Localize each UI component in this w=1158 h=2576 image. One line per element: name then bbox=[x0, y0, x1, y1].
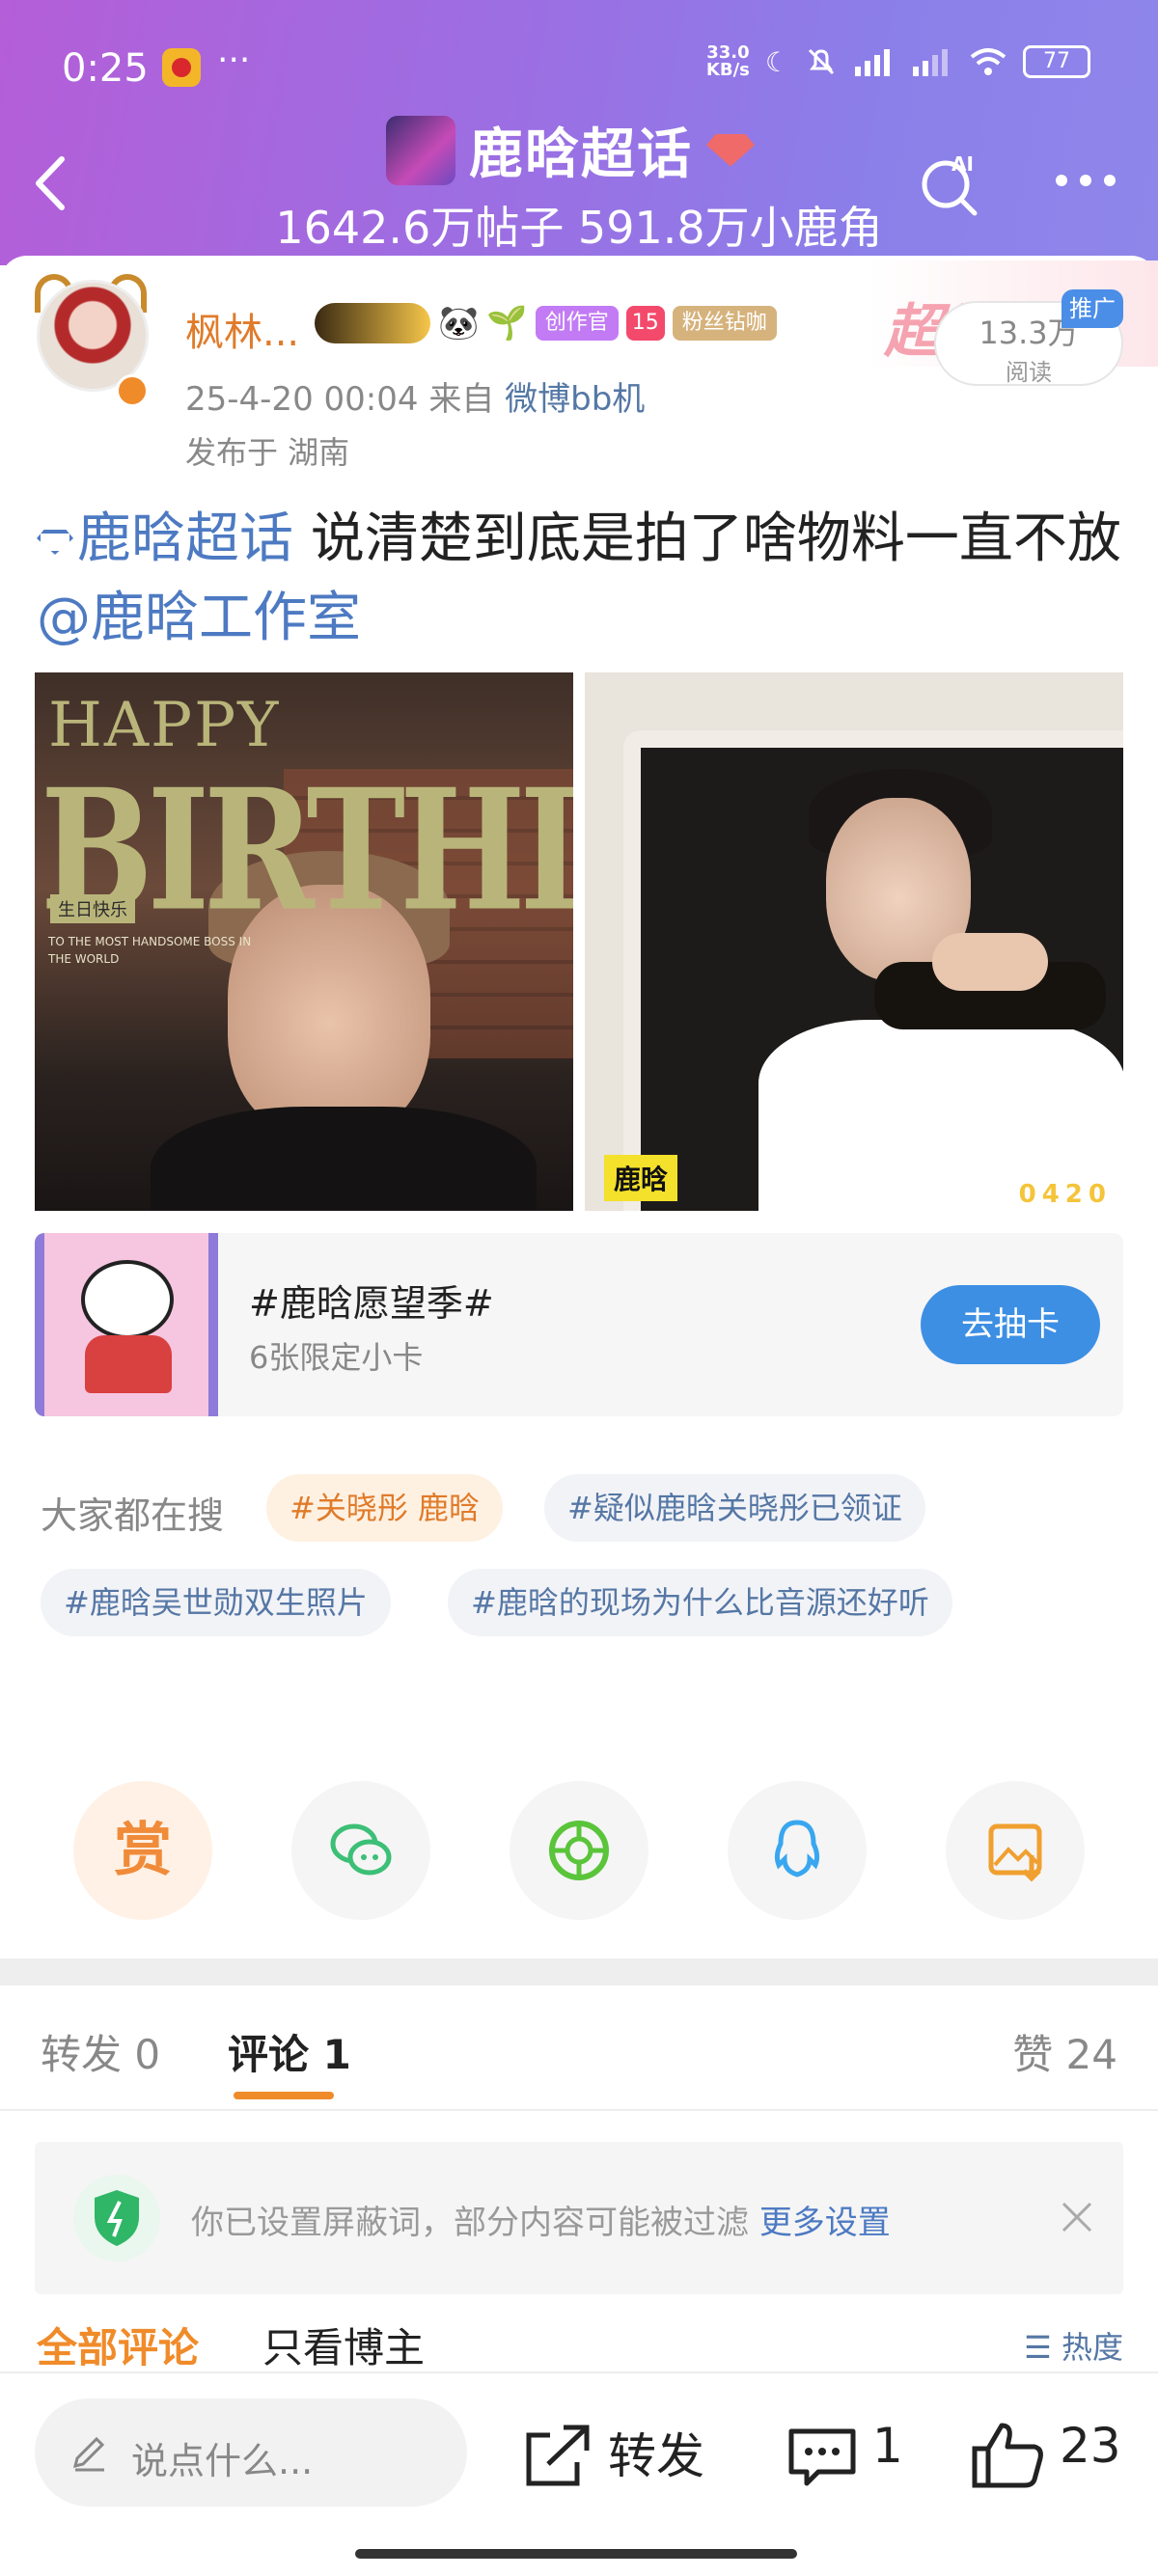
svg-text:AI: AI bbox=[951, 152, 974, 176]
topic-stats: 1642.6万帖子 591.8万小鹿角 bbox=[275, 202, 883, 254]
post-image-1[interactable]: HAPPY BIRTHDAY 生日快乐 TO THE MOST HANDSOME… bbox=[35, 672, 573, 1211]
vip-crown-badge-icon[interactable] bbox=[315, 303, 430, 343]
more-settings-link[interactable]: 更多设置 bbox=[759, 2204, 891, 2242]
level-gem-icon bbox=[706, 133, 755, 167]
username[interactable]: 枫林... bbox=[185, 301, 299, 357]
weibo-app-icon bbox=[162, 48, 201, 87]
post-body: 说清楚到底是拍了啥物料一直不放 bbox=[310, 507, 1121, 570]
mascot-head bbox=[81, 1260, 174, 1339]
post-location: 发布于 湖南 bbox=[185, 434, 350, 471]
comment-input[interactable]: 说点什么... bbox=[35, 2398, 467, 2507]
moon-icon: ☾ bbox=[764, 45, 789, 78]
home-indicator bbox=[355, 2549, 797, 2559]
post-source[interactable]: 微博bb机 bbox=[505, 380, 645, 419]
sprout-icon: 🌱 bbox=[486, 304, 528, 343]
image-hand bbox=[932, 933, 1048, 991]
all-comments-tab[interactable]: 全部评论 bbox=[37, 2316, 199, 2374]
mention-link[interactable]: @鹿晗工作室 bbox=[37, 587, 361, 649]
search-chip[interactable]: #疑似鹿晗关晓彤已领证 bbox=[544, 1474, 925, 1542]
verified-badge-icon bbox=[116, 374, 149, 407]
panda-icon: 🐼 bbox=[438, 304, 480, 343]
like-count: 23 bbox=[1060, 2418, 1121, 2474]
topic-title-group[interactable]: 鹿晗超话 bbox=[386, 111, 755, 189]
bottom-action-bar: 说点什么... 转发 1 23 bbox=[0, 2371, 1158, 2576]
image-stamp: 生日快乐 bbox=[50, 894, 135, 923]
repost-label: 转发 bbox=[608, 2428, 704, 2484]
wechat-share-button[interactable] bbox=[291, 1781, 430, 1920]
card-subtitle: 6张限定小卡 bbox=[249, 1339, 424, 1376]
clock: 0:25 bbox=[62, 46, 149, 91]
thumbs-up-icon bbox=[972, 2423, 1043, 2488]
image-name-label: 鹿晗 bbox=[604, 1155, 678, 1201]
topic-avatar bbox=[386, 115, 455, 185]
super-topic-header: 0:25 ··· 33.0 KB/s ☾ 77 鹿晗超话 1642.6万帖子 5… bbox=[0, 0, 1158, 265]
wifi-icon bbox=[970, 48, 1006, 75]
close-icon[interactable] bbox=[1058, 2198, 1096, 2236]
comment-bubble-icon bbox=[788, 2428, 856, 2486]
read-label: 阅读 bbox=[1006, 359, 1052, 386]
post-date: 25-4-20 00:04 bbox=[185, 380, 419, 419]
search-chip[interactable]: #鹿晗的现场为什么比音源还好听 bbox=[448, 1569, 952, 1636]
card-title: #鹿晗愿望季# bbox=[249, 1282, 494, 1325]
bell-off-icon bbox=[808, 48, 835, 75]
tab-likes[interactable]: 赞 24 bbox=[1012, 2022, 1117, 2081]
mascot-image bbox=[35, 1233, 218, 1416]
draw-card-button[interactable]: 去抽卡 bbox=[921, 1285, 1100, 1364]
post-image-2[interactable]: 鹿晗 0420 bbox=[585, 672, 1123, 1211]
notice-text: 你已设置屏蔽词，部分内容可能被过滤 更多设置 bbox=[191, 2204, 891, 2242]
user-badges: 🐼 🌱 创作官 15 粉丝钻咖 bbox=[315, 303, 777, 343]
search-chip[interactable]: #鹿晗吴世勋双生照片 bbox=[41, 1569, 391, 1636]
moments-share-button[interactable] bbox=[510, 1781, 648, 1920]
more-notifications-icon: ··· bbox=[217, 41, 251, 80]
pencil-icon bbox=[72, 2436, 105, 2472]
save-image-icon bbox=[988, 1823, 1042, 1882]
wechat-icon bbox=[330, 1823, 392, 1876]
signal-icon bbox=[855, 49, 890, 76]
share-row: 赏 bbox=[0, 1781, 1158, 1926]
image-date-number: 0420 bbox=[1018, 1180, 1112, 1209]
fan-level-badge: 15 bbox=[625, 306, 665, 341]
post-meta: 25-4-20 00:04 来自 微博bb机 bbox=[185, 372, 645, 420]
tab-repost[interactable]: 转发 0 bbox=[41, 2022, 160, 2081]
fan-title-badge: 粉丝钻咖 bbox=[672, 306, 777, 341]
moments-icon bbox=[549, 1821, 609, 1880]
nav-bar: 鹿晗超话 1642.6万帖子 591.8万小鹿角 AI bbox=[0, 101, 1158, 265]
battery-indicator: 77 bbox=[1023, 45, 1090, 78]
qq-icon bbox=[774, 1820, 820, 1877]
signal-icon-2 bbox=[913, 49, 948, 76]
network-speed: 33.0 KB/s bbox=[705, 42, 750, 80]
tab-comments[interactable]: 评论 1 bbox=[228, 2022, 351, 2081]
filter-notice: 你已设置屏蔽词，部分内容可能被过滤 更多设置 bbox=[35, 2142, 1123, 2294]
author-only-tab[interactable]: 只看博主 bbox=[262, 2316, 425, 2374]
source-prefix: 来自 bbox=[428, 380, 495, 419]
comment-placeholder: 说点什么... bbox=[131, 2440, 314, 2482]
creator-badge[interactable]: 创作官 bbox=[535, 306, 619, 341]
image-body bbox=[151, 1107, 537, 1211]
active-tab-indicator bbox=[234, 2092, 334, 2099]
share-arrow-icon bbox=[526, 2425, 590, 2486]
interaction-tabs: 转发 0 评论 1 赞 24 bbox=[0, 1986, 1158, 2111]
topic-tag-link[interactable]: 鹿晗超话 bbox=[77, 507, 293, 570]
ai-search-icon[interactable]: AI bbox=[917, 150, 984, 217]
search-chip[interactable]: #关晓彤 鹿晗 bbox=[266, 1474, 503, 1542]
save-image-button[interactable] bbox=[946, 1781, 1085, 1920]
wish-season-card[interactable]: #鹿晗愿望季# 6张限定小卡 去抽卡 bbox=[35, 1233, 1123, 1416]
shield-bg bbox=[73, 2175, 160, 2261]
shield-icon bbox=[95, 2190, 139, 2246]
image-caption: TO THE MOST HANDSOME BOSS IN THE WORLD bbox=[48, 935, 252, 966]
mascot-sweater bbox=[85, 1335, 172, 1393]
promoted-tag: 推广 bbox=[1062, 289, 1123, 328]
sort-by-hot[interactable]: ☰ 热度 bbox=[1024, 2323, 1123, 2368]
section-divider bbox=[0, 1959, 1158, 1986]
reward-button[interactable]: 赏 bbox=[73, 1781, 212, 1920]
status-bar: 0:25 ··· 33.0 KB/s ☾ 77 bbox=[0, 39, 1158, 96]
post-text: 鹿晗超话 说清楚到底是拍了啥物料一直不放 @鹿晗工作室 bbox=[37, 500, 1127, 658]
image-text-happy: HAPPY bbox=[48, 690, 281, 761]
super-topic-diamond-icon bbox=[37, 529, 73, 555]
trending-search-label: 大家都在搜 bbox=[41, 1494, 225, 1537]
more-options-icon[interactable] bbox=[1052, 169, 1119, 192]
comment-count: 1 bbox=[872, 2418, 903, 2474]
page-title: 鹿晗超话 bbox=[469, 123, 693, 186]
qq-share-button[interactable] bbox=[728, 1781, 867, 1920]
